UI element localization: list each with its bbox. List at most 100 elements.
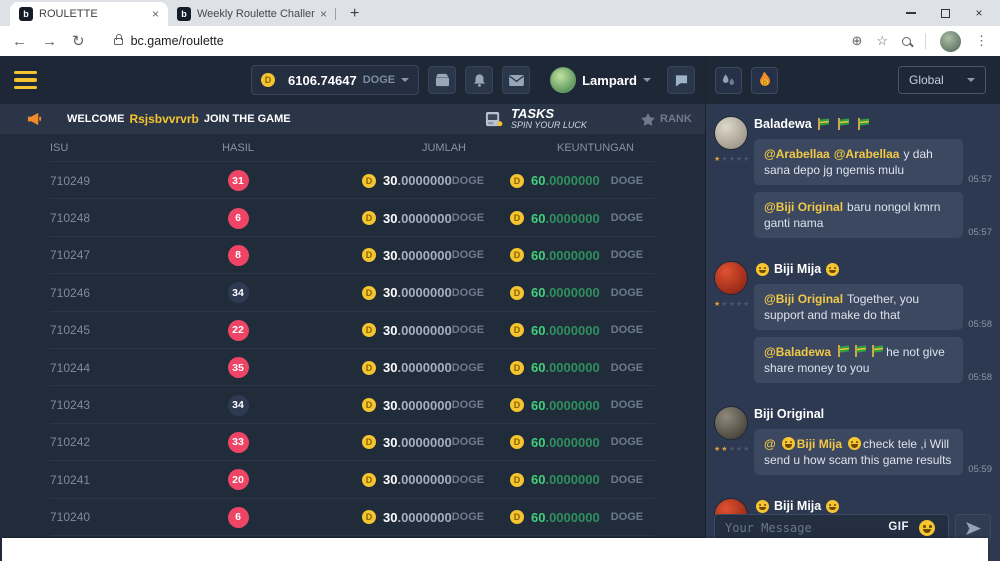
round-id: 710244 [0,361,178,375]
round-id: 710245 [0,323,178,337]
back-icon[interactable]: ← [12,34,27,49]
chat-username[interactable]: Biji Mija [754,499,992,513]
amount-integer: 30 [383,173,397,188]
result-badge: 33 [228,432,249,453]
messages-button[interactable] [502,66,530,94]
welcome-ticker: WELCOME Rsjsbvvrvrb JOIN THE GAME [67,112,291,126]
doge-coin-icon [261,73,275,87]
gif-button[interactable]: GIF [888,521,909,533]
url-text[interactable]: bc.game/roulette [131,34,852,48]
grin-emoji-icon [756,263,769,276]
notifications-button[interactable] [465,66,493,94]
amount-integer: 30 [383,472,397,487]
browser-menu-icon[interactable]: ⋮ [975,33,988,49]
result-cell: 34 [178,395,298,416]
message-time: 05:57 [968,174,992,185]
chat-username[interactable]: Biji Original [754,407,992,421]
amount-integer: 30 [383,323,397,338]
star-icon: ★ [729,446,736,453]
tab-close-icon[interactable]: × [152,7,159,21]
star-icon: ★ [721,446,728,453]
bookmark-star-icon[interactable]: ☆ [876,33,888,49]
tab-close-icon[interactable]: × [320,7,327,21]
lock-icon[interactable] [114,38,123,45]
green-flag-icon [837,118,850,130]
bet-amount-cell: 30.0000000DOGE [298,435,470,450]
window-close-button[interactable]: × [962,0,996,26]
message-time: 05:59 [968,464,992,475]
chat-channel-selector[interactable]: Global [898,66,986,94]
result-badge: 6 [228,507,249,528]
balance-amount: 6106.74647 [288,73,357,88]
bet-amount-cell: 30.0000000DOGE [298,248,470,263]
chat-bubble: @Baladewahe not give share money to you [754,337,963,383]
message-text: Biji Mija [774,262,821,276]
chat-toggle-button[interactable] [667,66,695,94]
browser-tab-roulette[interactable]: b ROULETTE × [10,2,168,26]
chat-username[interactable]: Baladewa [754,117,992,131]
table-row: 7102433430.0000000DOGE60.0000000DOGE [0,386,705,423]
chat-message-list[interactable]: ★★★★★Baladewa@Arabellaa@Arabellaay dah s… [706,104,1000,561]
new-tab-button[interactable]: + [350,5,359,23]
hamburger-menu-icon[interactable] [14,71,37,89]
amount-integer: 60 [531,211,545,226]
doge-coin-icon [362,398,376,412]
balance-selector[interactable]: 6106.74647 DOGE [251,65,419,95]
chat-header: D Global [706,56,1000,104]
tasks-shortcut[interactable]: TASKS SPIN YOUR LUCK [484,107,587,131]
tab-title: ROULETTE [39,8,147,20]
bet-amount-cell: 30.0000000DOGE [298,285,470,300]
window-maximize-button[interactable] [928,0,962,26]
profit-amount-cell: 60.0000000DOGE [470,211,705,226]
browser-tab-weekly-challenge[interactable]: b Weekly Roulette Challenge - Win × [168,2,336,26]
round-id: 710240 [0,510,178,524]
search-icon[interactable] [902,37,911,46]
amount-integer: 60 [531,173,545,188]
deposit-button[interactable] [428,66,456,94]
currency-label: DOGE [611,249,643,261]
chat-user-avatar[interactable] [714,406,748,440]
rank-shortcut[interactable]: RANK [641,113,692,126]
star-icon: ★ [721,156,728,163]
user-avatar [550,67,576,93]
amount-integer: 60 [531,398,545,413]
bet-amount-cell: 30.0000000DOGE [298,173,470,188]
amount-value: 60.0000000 [531,248,600,263]
bet-amount-cell: 30.0000000DOGE [298,360,470,375]
message-text: Biji Mija [774,499,821,513]
user-mention: @Arabellaa [834,147,900,161]
column-header-isu: ISU [0,142,178,154]
coindrop-button[interactable]: D [751,67,778,94]
window-minimize-button[interactable] [894,0,928,26]
amount-decimals: .0000000 [397,435,451,450]
reload-icon[interactable]: ↻ [72,34,85,49]
profit-amount-cell: 60.0000000DOGE [470,398,705,413]
result-badge: 22 [228,320,249,341]
amount-value: 60.0000000 [531,510,600,525]
round-id: 710246 [0,286,178,300]
chat-username[interactable]: Biji Mija [754,262,992,276]
user-name: Lampard [582,73,637,88]
chat-user-avatar[interactable] [714,261,748,295]
bet-amount-cell: 30.0000000DOGE [298,211,470,226]
forward-icon[interactable]: → [42,34,57,49]
user-menu[interactable]: Lampard [550,67,651,93]
rank-star-icon [641,113,655,126]
chat-message-line: @Arabellaa@Arabellaay dah sana depo jg n… [754,139,992,185]
amount-decimals: .0000000 [545,248,599,263]
profit-amount-cell: 60.0000000DOGE [470,173,705,188]
star-icon: ★ [729,156,736,163]
user-mention: @ [764,437,776,451]
rain-button[interactable] [715,67,742,94]
chat-user-avatar[interactable] [714,116,748,150]
emoji-picker-icon[interactable] [919,520,935,536]
rank-label: RANK [660,113,692,125]
result-cell: 33 [178,432,298,453]
chevron-down-icon [967,78,975,82]
star-icon: ★ [743,156,750,163]
table-row: 710240630.0000000DOGE60.0000000DOGE [0,499,705,536]
amount-value: 60.0000000 [531,323,600,338]
zoom-page-icon[interactable]: ⊕ [851,33,862,49]
result-cell: 34 [178,282,298,303]
browser-profile-avatar[interactable] [940,31,961,52]
